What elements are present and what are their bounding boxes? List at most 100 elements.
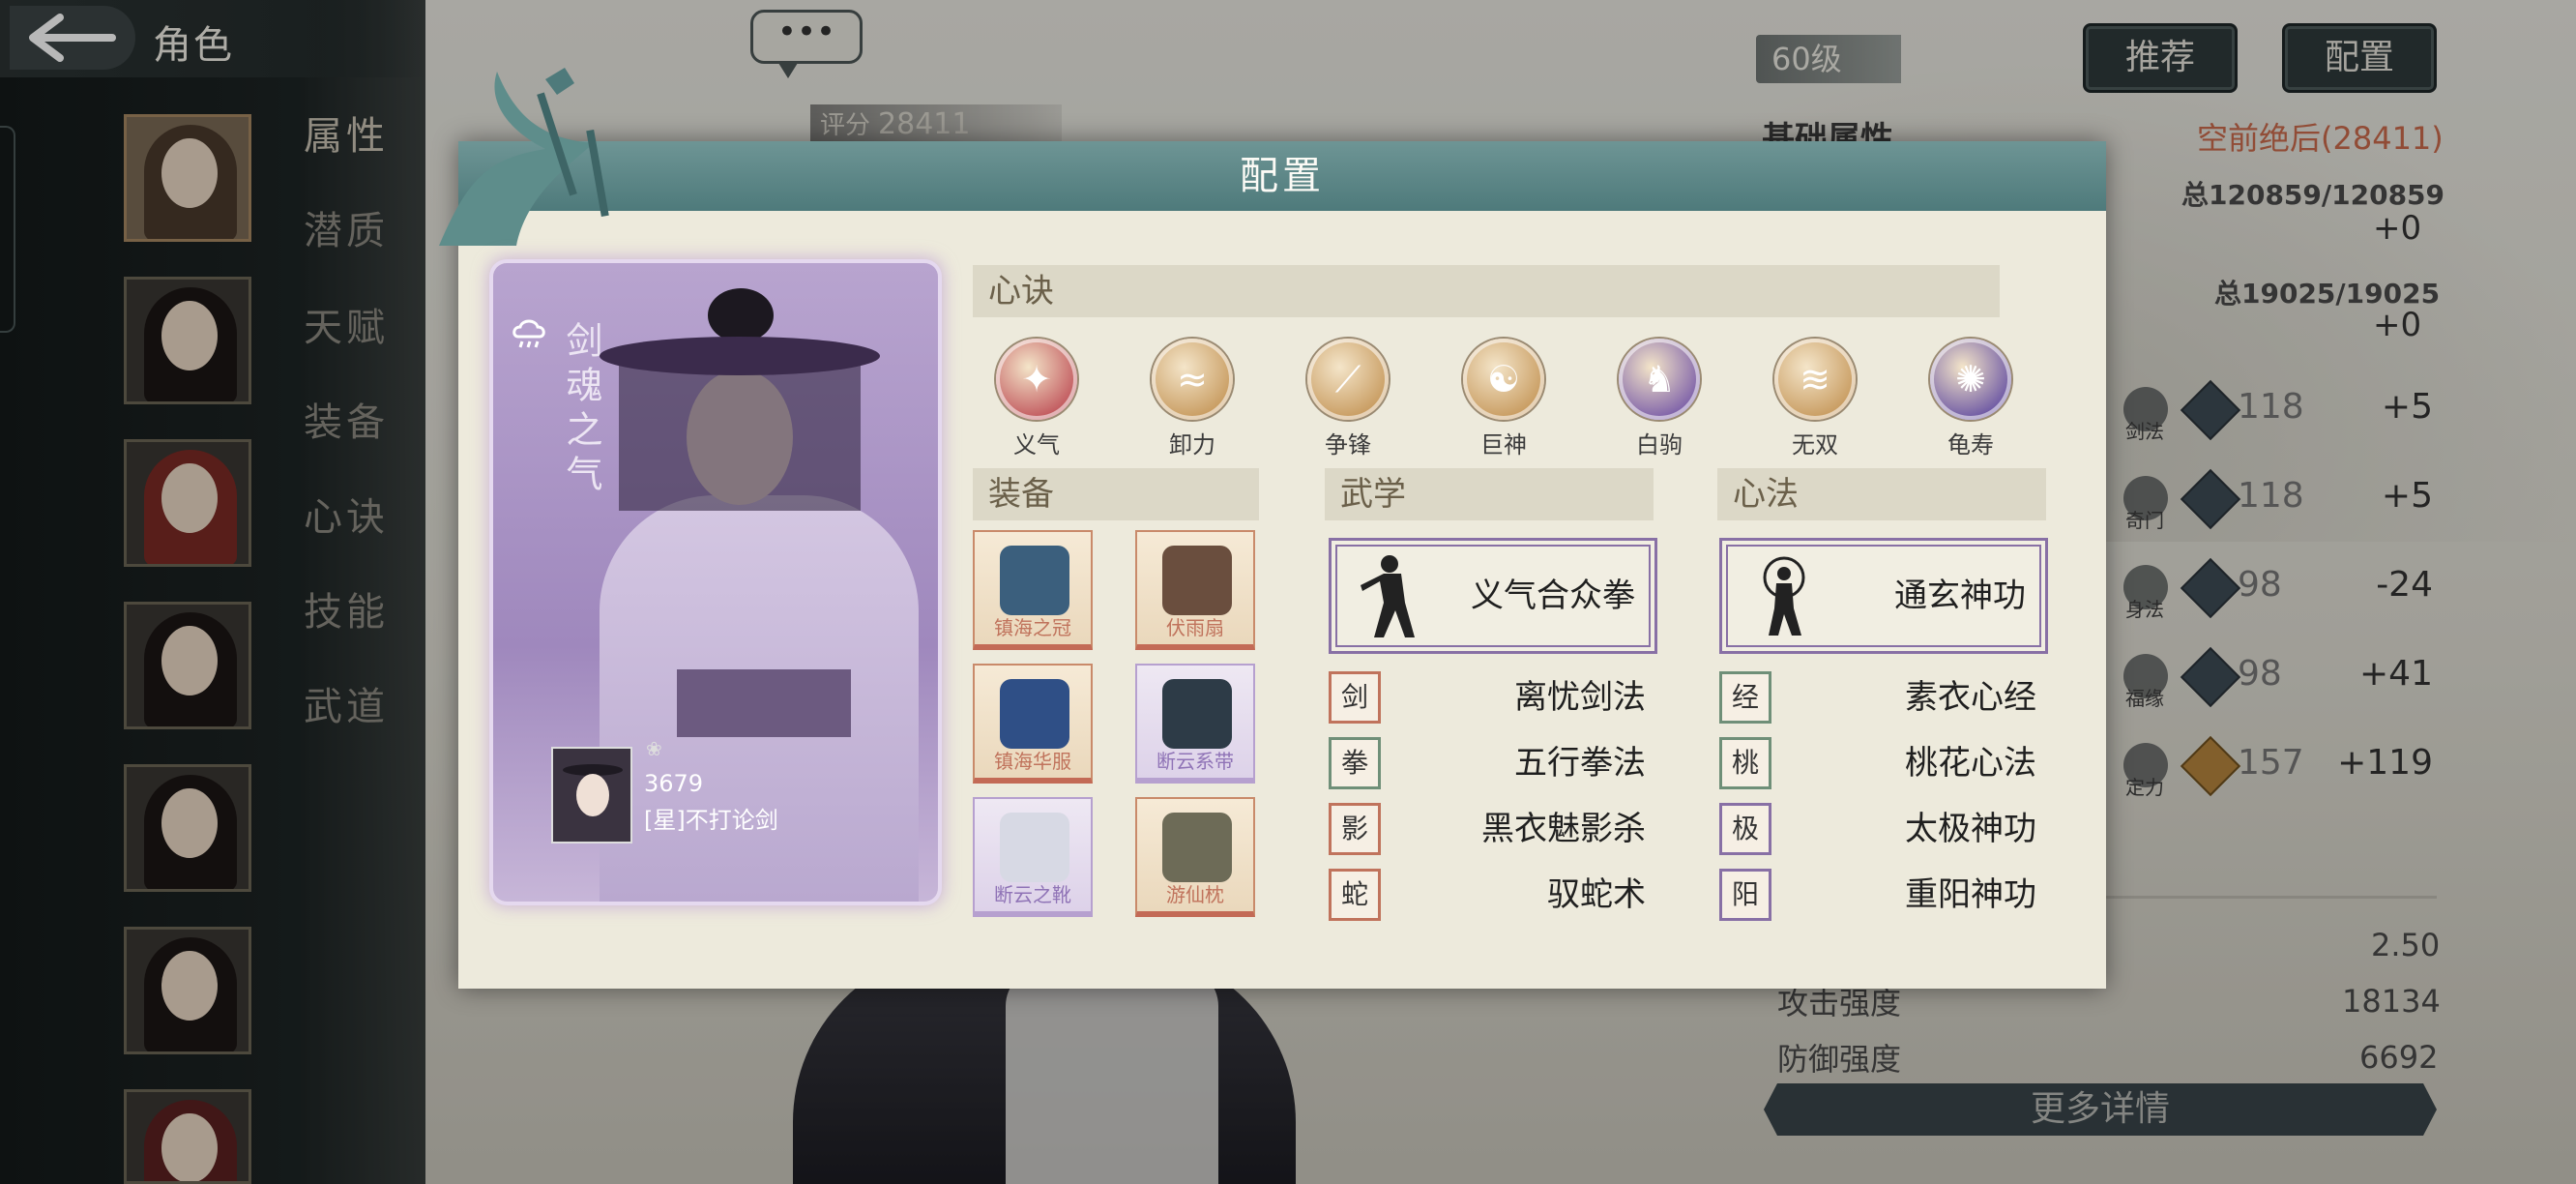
equipment-name: 断云之靴 bbox=[994, 883, 1071, 906]
xinjue-glyph: ✺ bbox=[1955, 358, 1986, 400]
xinjue-slot[interactable]: ✺ 龟寿 bbox=[1926, 339, 2015, 459]
xinjue-glyph: ☯ bbox=[1486, 358, 1521, 400]
character-sash bbox=[677, 669, 851, 737]
skill-row[interactable]: 桃 桃花心法 bbox=[1719, 737, 2036, 789]
equipment-item-icon bbox=[1162, 546, 1232, 615]
skill-name: 五行拳法 bbox=[1514, 744, 1646, 783]
section-xinjue: 心诀 bbox=[973, 265, 2000, 317]
skill-row[interactable]: 极 太极神功 bbox=[1719, 803, 2036, 855]
character-score: 3679 bbox=[644, 770, 704, 797]
xinjue-label: 卸力 bbox=[1169, 431, 1215, 459]
skill-glyph: 极 bbox=[1731, 813, 1759, 844]
main-martial-art-name: 义气合众拳 bbox=[1471, 577, 1635, 615]
xinjue-label: 无双 bbox=[1792, 431, 1838, 459]
xinjue-slot[interactable]: ≈ 卸力 bbox=[1148, 339, 1237, 459]
skill-name: 桃花心法 bbox=[1905, 744, 2036, 783]
character-hair-bun bbox=[708, 288, 774, 342]
equipment-slot[interactable]: 镇海之冠 bbox=[973, 530, 1093, 650]
section-wuxue: 武学 bbox=[1325, 468, 1654, 520]
skill-name: 太极神功 bbox=[1905, 810, 2036, 848]
player-avatar bbox=[551, 747, 632, 844]
xinjue-label: 龟寿 bbox=[1947, 431, 1994, 459]
skill-glyph: 拳 bbox=[1340, 747, 1368, 779]
skill-icon: 蛇 bbox=[1329, 869, 1381, 921]
skill-icon: 剑 bbox=[1329, 671, 1381, 724]
xinjue-slot[interactable]: ≋ 无双 bbox=[1771, 339, 1859, 459]
skill-name: 素衣心经 bbox=[1905, 678, 2036, 717]
skill-glyph: 蛇 bbox=[1340, 878, 1368, 910]
equipment-slot[interactable]: 镇海华服 bbox=[973, 664, 1093, 784]
skill-name: 驭蛇术 bbox=[1547, 875, 1646, 914]
skill-icon: 极 bbox=[1719, 803, 1771, 855]
section-equipment: 装备 bbox=[973, 468, 1259, 520]
xinjue-slot[interactable]: ☯ 巨神 bbox=[1459, 339, 1548, 459]
equipment-item-icon bbox=[1162, 813, 1232, 882]
xinjue-label: 义气 bbox=[1013, 431, 1060, 459]
skill-icon: 桃 bbox=[1719, 737, 1771, 789]
skill-glyph: 桃 bbox=[1731, 747, 1759, 779]
skill-glyph: 经 bbox=[1731, 681, 1759, 713]
skill-icon: 阳 bbox=[1719, 869, 1771, 921]
xinjue-glyph: ✦ bbox=[1021, 358, 1052, 400]
skill-name: 黑衣魅影杀 bbox=[1481, 810, 1646, 848]
equipment-name: 镇海华服 bbox=[994, 750, 1071, 773]
xinjue-slot[interactable]: ✦ 义气 bbox=[992, 339, 1081, 459]
equipment-item-icon bbox=[1162, 679, 1232, 749]
skill-row[interactable]: 拳 五行拳法 bbox=[1329, 737, 1646, 789]
skill-row[interactable]: 剑 离忧剑法 bbox=[1329, 671, 1646, 724]
main-inner-art-name: 通玄神功 bbox=[1894, 577, 2026, 615]
xinjue-glyph: ⟋ bbox=[1334, 358, 1361, 400]
equipment-slot[interactable]: 断云之靴 bbox=[973, 797, 1093, 917]
xinjue-glyph: ≈ bbox=[1177, 358, 1208, 400]
equipment-name: 游仙枕 bbox=[1166, 883, 1224, 906]
equipment-name: 伏雨扇 bbox=[1166, 616, 1224, 639]
equipment-slot[interactable]: 伏雨扇 bbox=[1135, 530, 1255, 650]
meditation-pose-icon bbox=[1763, 556, 1805, 636]
xinjue-emblem-icon: ♞ bbox=[1619, 339, 1700, 420]
xinjue-emblem-icon: ✺ bbox=[1930, 339, 2011, 420]
equipment-name: 镇海之冠 bbox=[994, 616, 1071, 639]
equipment-slot[interactable]: 断云系带 bbox=[1135, 664, 1255, 784]
config-modal: 配置 剑魂之气 ❀ 3679 [星]不打论剑 心诀 装备 武学 义气合众拳 心法… bbox=[439, 68, 2106, 989]
modal-title: 配置 bbox=[1240, 154, 1325, 198]
character-veil bbox=[619, 356, 861, 511]
main-martial-art[interactable]: 义气合众拳 bbox=[1329, 538, 1657, 654]
main-inner-art[interactable]: 通玄神功 bbox=[1719, 538, 2048, 654]
xinjue-label: 巨神 bbox=[1480, 431, 1527, 459]
xinjue-label: 争锋 bbox=[1325, 431, 1371, 459]
xinjue-label: 白驹 bbox=[1636, 431, 1683, 459]
xinjue-slot[interactable]: ♞ 白驹 bbox=[1615, 339, 1704, 459]
xinjue-slot[interactable]: ⟋ 争锋 bbox=[1303, 339, 1392, 459]
xinjue-glyph: ≋ bbox=[1800, 358, 1830, 400]
cloud-rain-icon bbox=[512, 319, 545, 348]
lotus-icon: ❀ bbox=[646, 737, 662, 760]
equipment-slot[interactable]: 游仙枕 bbox=[1135, 797, 1255, 917]
equipment-item-icon bbox=[1000, 679, 1069, 749]
skill-name: 离忧剑法 bbox=[1514, 678, 1646, 717]
xinjue-emblem-icon: ✦ bbox=[996, 339, 1077, 420]
skill-icon: 拳 bbox=[1329, 737, 1381, 789]
skill-row[interactable]: 阳 重阳神功 bbox=[1719, 869, 2036, 921]
character-card[interactable]: 剑魂之气 ❀ 3679 [星]不打论剑 bbox=[493, 263, 938, 902]
section-xinfa: 心法 bbox=[1717, 468, 2046, 520]
equipment-name: 断云系带 bbox=[1156, 750, 1234, 773]
skill-name: 重阳神功 bbox=[1905, 875, 2036, 914]
equipment-item-icon bbox=[1000, 813, 1069, 882]
fighter-pose-icon bbox=[1361, 555, 1415, 637]
xinjue-emblem-icon: ⟋ bbox=[1307, 339, 1389, 420]
character-title: 剑魂之气 bbox=[560, 321, 602, 499]
sword-ornament-icon bbox=[439, 68, 609, 246]
skill-row[interactable]: 经 素衣心经 bbox=[1719, 671, 2036, 724]
avatar-face bbox=[576, 774, 609, 816]
equipment-item-icon bbox=[1000, 546, 1069, 615]
skill-icon: 经 bbox=[1719, 671, 1771, 724]
skill-icon: 影 bbox=[1329, 803, 1381, 855]
skill-row[interactable]: 蛇 驭蛇术 bbox=[1329, 869, 1646, 921]
xinjue-glyph: ♞ bbox=[1642, 358, 1677, 400]
player-name: [星]不打论剑 bbox=[644, 807, 778, 834]
skill-row[interactable]: 影 黑衣魅影杀 bbox=[1329, 803, 1646, 855]
xinjue-emblem-icon: ≈ bbox=[1152, 339, 1233, 420]
xinjue-emblem-icon: ☯ bbox=[1463, 339, 1544, 420]
character-hat bbox=[600, 337, 880, 375]
skill-glyph: 剑 bbox=[1340, 681, 1368, 713]
